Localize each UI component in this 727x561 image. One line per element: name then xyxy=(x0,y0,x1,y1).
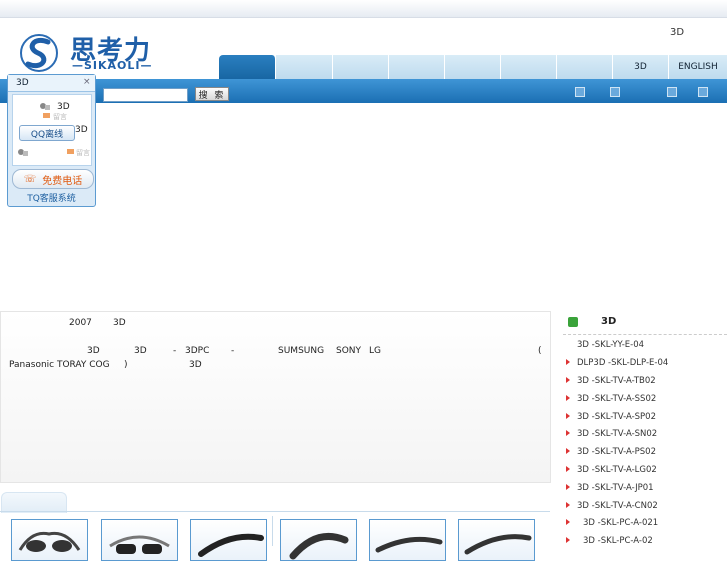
nav-tab-5[interactable] xyxy=(445,55,501,79)
product-list-item[interactable]: 3D -SKL-TV-A-PS02 xyxy=(566,447,726,461)
glasses-image xyxy=(464,534,532,555)
product-list-title: 3D xyxy=(601,316,617,327)
message-icon[interactable] xyxy=(43,113,50,118)
intro-word: SONY xyxy=(336,346,362,356)
divider xyxy=(272,516,273,546)
chat-line-2: 3D xyxy=(75,125,88,135)
glasses-image xyxy=(198,533,264,557)
free-call-button[interactable]: ☏ 免费电话 xyxy=(12,169,94,189)
nav-tab-4[interactable] xyxy=(389,55,445,79)
top-link-3d[interactable]: 3D xyxy=(670,27,684,38)
intro-panel: 2007 3D 3D 3D - 3DPC - SUMSUNG SONY LG (… xyxy=(0,311,551,483)
arrow-icon xyxy=(566,448,570,454)
intro-word: 3D xyxy=(87,346,100,356)
bar-icon-1[interactable] xyxy=(575,87,585,97)
chat-widget: 3D × 3D 留言 QQ离线 3D 留言 ☏ 免费电话 TQ客服系统 xyxy=(7,74,96,207)
product-thumbnail[interactable] xyxy=(190,519,267,561)
divider xyxy=(563,334,727,335)
arrow-icon xyxy=(566,359,570,365)
arrow-icon xyxy=(566,537,570,543)
nav-tab-2[interactable] xyxy=(276,55,333,79)
product-list-item[interactable]: 3D -SKL-TV-A-SS02 xyxy=(566,394,726,408)
chat-widget-title: 3D xyxy=(16,78,29,88)
bar-icon-3[interactable] xyxy=(667,87,677,97)
arrow-icon xyxy=(566,377,570,383)
product-thumbnail[interactable] xyxy=(101,519,178,561)
chat-person-icon-2 xyxy=(18,149,28,156)
arrow-icon xyxy=(566,519,570,525)
intro-word: ) xyxy=(124,360,128,370)
intro-word: - xyxy=(231,346,235,356)
product-list-item[interactable]: 3D -SKL-YY-E-04 xyxy=(566,340,726,354)
arrow-icon xyxy=(566,484,570,490)
intro-word: 3DPC xyxy=(185,346,210,356)
top-strip xyxy=(0,0,727,18)
product-thumbnail[interactable] xyxy=(11,519,88,561)
intro-word: 3D xyxy=(134,346,147,356)
glasses-image xyxy=(375,536,443,553)
chat-widget-body: 3D 留言 QQ离线 3D 留言 xyxy=(12,94,92,166)
main-nav: 3D ENGLISH xyxy=(219,55,727,79)
product-thumbnail[interactable] xyxy=(458,519,535,561)
nav-tab-english[interactable]: ENGLISH xyxy=(669,55,727,79)
nav-tab-7[interactable] xyxy=(557,55,613,79)
arrow-icon xyxy=(566,395,570,401)
arrow-icon xyxy=(566,466,570,472)
product-list-item[interactable]: 3D -SKL-PC-A-021 xyxy=(566,518,726,532)
product-list-item[interactable]: 3D -SKL-PC-A-02 xyxy=(566,536,726,550)
arrow-icon xyxy=(566,502,570,508)
chat-person-icon xyxy=(40,103,50,110)
play-icon xyxy=(568,317,578,327)
leave-message-link-2[interactable]: 留言 xyxy=(76,148,90,158)
search-button[interactable]: 搜 索 xyxy=(195,87,229,101)
arrow-icon xyxy=(566,341,570,347)
glasses-image xyxy=(289,533,349,560)
glasses-image xyxy=(18,531,81,552)
product-tab[interactable] xyxy=(1,492,67,513)
product-list-item[interactable]: 3D -SKL-TV-A-LG02 xyxy=(566,465,726,479)
free-call-label: 免费电话 xyxy=(42,175,83,187)
product-list-item[interactable]: 3D -SKL-TV-A-TB02 xyxy=(566,376,726,390)
product-list-item[interactable]: 3D -SKL-TV-A-CN02 xyxy=(566,501,726,515)
chat-widget-footer[interactable]: TQ客服系统 xyxy=(8,191,95,204)
product-list-item[interactable]: 3D -SKL-TV-A-JP01 xyxy=(566,483,726,497)
intro-year: 2007 xyxy=(69,318,92,328)
divider xyxy=(0,511,550,512)
arrow-icon xyxy=(566,413,570,419)
intro-word: - xyxy=(173,346,177,356)
intro-word: SUMSUNG xyxy=(278,346,325,356)
chat-line-1: 3D xyxy=(57,102,70,112)
bar-icon-2[interactable] xyxy=(610,87,620,97)
intro-word: LG xyxy=(369,346,381,356)
phone-icon: ☏ xyxy=(23,173,37,185)
glasses-image xyxy=(109,535,170,554)
nav-tab-1[interactable] xyxy=(219,55,276,79)
product-list-item[interactable]: DLP3D -SKL-DLP-E-04 xyxy=(566,358,726,372)
bar-icon-4[interactable] xyxy=(698,87,708,97)
qq-offline-button[interactable]: QQ离线 xyxy=(19,125,75,141)
intro-word: ( xyxy=(538,346,542,356)
nav-tab-3d[interactable]: 3D xyxy=(613,55,669,79)
product-thumbnail[interactable] xyxy=(369,519,446,561)
intro-word: 3D xyxy=(189,360,202,370)
product-list-item[interactable]: 3D -SKL-TV-A-SN02 xyxy=(566,429,726,443)
message-icon-2[interactable] xyxy=(67,149,74,154)
product-list-item[interactable]: 3D -SKL-TV-A-SP02 xyxy=(566,412,726,426)
leave-message-link[interactable]: 留言 xyxy=(53,112,67,122)
product-thumbnail[interactable] xyxy=(280,519,357,561)
arrow-icon xyxy=(566,430,570,436)
intro-3d: 3D xyxy=(113,318,126,328)
intro-word: Panasonic TORAY COG xyxy=(9,360,110,370)
close-icon[interactable]: × xyxy=(83,77,91,87)
search-input[interactable] xyxy=(103,88,188,102)
nav-tab-3[interactable] xyxy=(333,55,389,79)
nav-tab-6[interactable] xyxy=(501,55,557,79)
logo-text-en: —SIKAOLI— xyxy=(72,59,153,72)
